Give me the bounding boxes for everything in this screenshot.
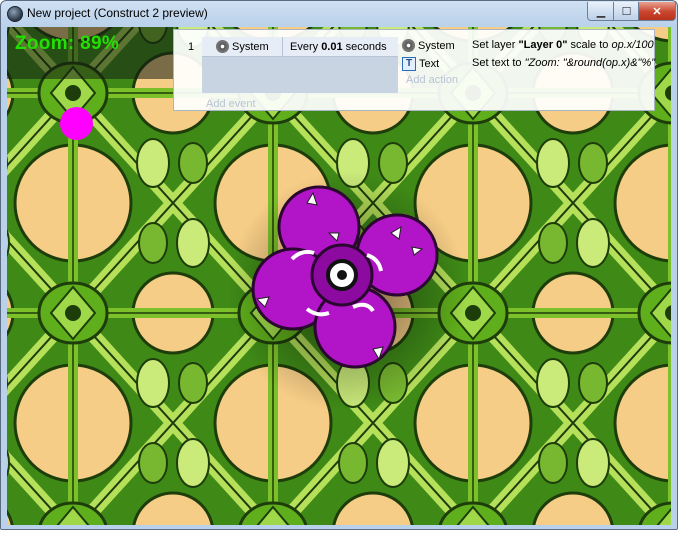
minimize-icon: ▁ [596,5,606,18]
window-title: New project (Construct 2 preview) [27,6,208,20]
action-object: T Text [402,57,439,71]
maximize-icon: ☐ [621,5,632,18]
action-text-expression: "Zoom: "&round(op.x)&"%" [524,57,656,69]
zoom-text: Zoom: 89% [15,33,120,54]
gear-icon [216,40,229,53]
add-event-link[interactable]: Add event [206,98,256,110]
action-text-prefix: Set text to [472,57,525,69]
condition-text-suffix: seconds [342,41,387,53]
action-object-name: System [418,39,455,52]
title-bar[interactable]: New project (Construct 2 preview) ▁ ☐ ✕ [1,1,677,27]
condition-column[interactable]: System Every 0.01 seconds [202,37,398,93]
text-object-icon: T [402,57,416,71]
action-text-prefix: Set layer [472,39,519,51]
action-text: Set layer "Layer 0" scale to op.x/100 [472,39,654,51]
close-button[interactable]: ✕ [638,2,676,21]
maximize-button[interactable]: ☐ [613,2,640,21]
action-text: Set text to "Zoom: "&round(op.x)&"%" [472,57,655,69]
gear-icon [402,39,415,52]
action-object-name: Text [419,58,440,70]
game-canvas[interactable]: Zoom: 89% 1 System Every 0.01 seconds Sy [7,27,671,525]
minimize-button[interactable]: ▁ [587,2,615,21]
construct-app-icon [7,6,23,22]
magenta-dot-sprite[interactable] [60,107,93,140]
condition-row[interactable]: System Every 0.01 seconds [202,37,398,57]
event-number: 1 [188,41,195,53]
event-sheet-overlay: 1 System Every 0.01 seconds System Set l… [173,29,655,111]
close-icon: ✕ [652,5,662,18]
condition-divider [282,37,283,56]
action-text-mid: scale to [567,39,612,51]
action-object: System [402,39,455,52]
condition-text-prefix: Every [290,41,322,53]
preview-window: New project (Construct 2 preview) ▁ ☐ ✕ [0,0,678,530]
action-text-layer: "Layer 0" [518,39,568,51]
add-action-link[interactable]: Add action [406,74,458,86]
condition-text: Every 0.01 seconds [290,41,387,53]
condition-interval-value: 0.01 [321,41,343,53]
zoom-overlay: Zoom: 89% [7,27,173,79]
condition-object-name: System [232,40,269,53]
action-text-expression: op.x/100 [611,39,654,51]
condition-object: System [216,40,269,53]
